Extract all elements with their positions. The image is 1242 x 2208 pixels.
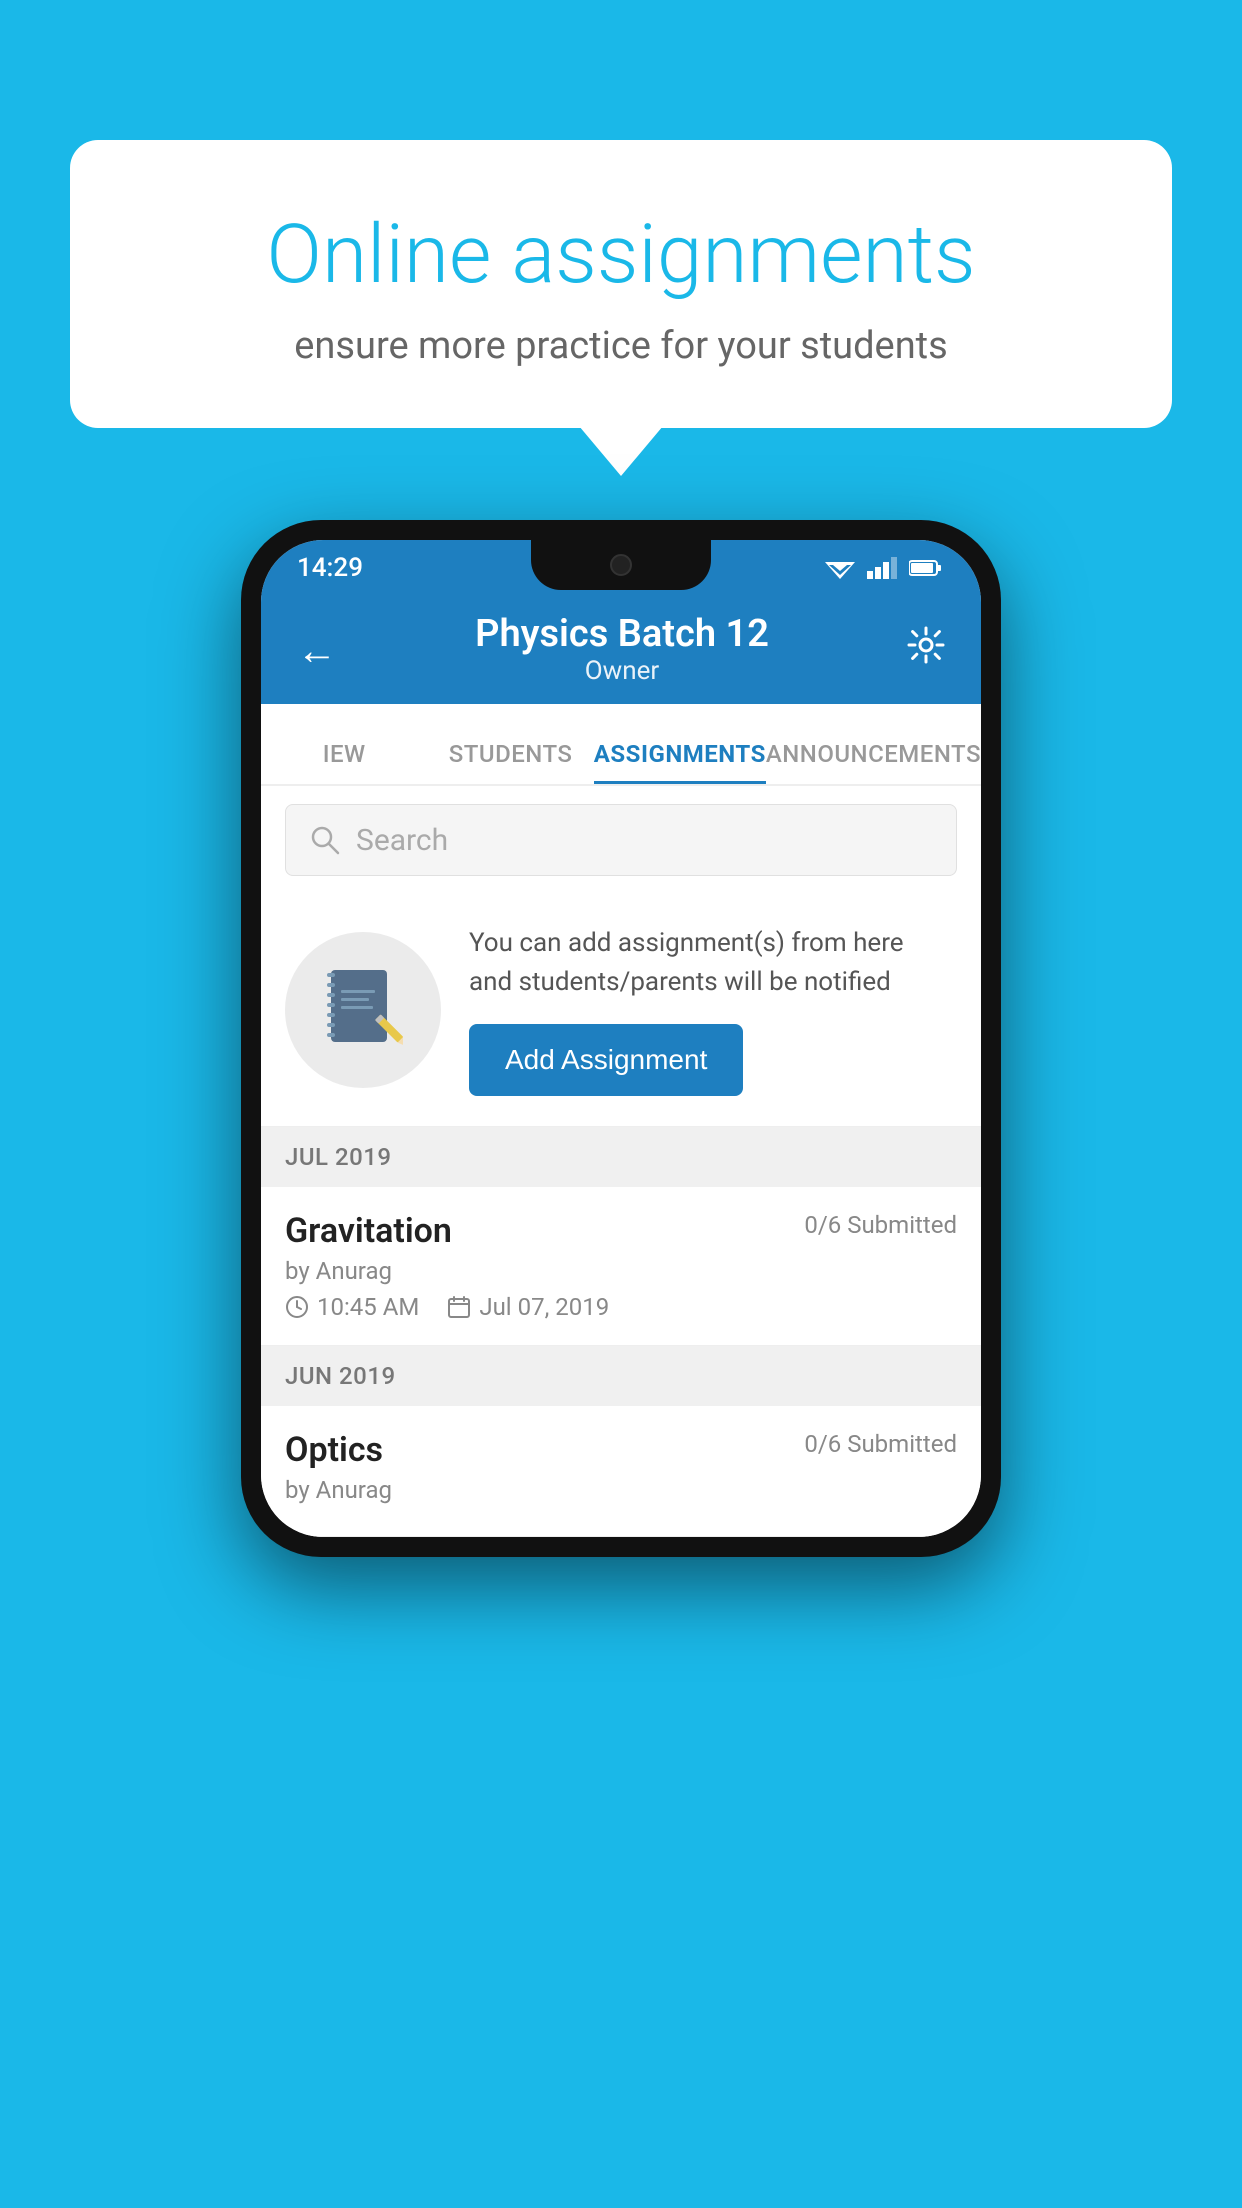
status-time: 14:29 [297,553,363,583]
search-bar-container: Search [261,786,981,894]
section-header-jun: JUN 2019 [261,1346,981,1406]
add-assignment-button[interactable]: Add Assignment [469,1024,743,1096]
meta-time: 10:45 AM [285,1293,419,1321]
info-card: You can add assignment(s) from here and … [261,894,981,1127]
assignment-author-optics: by Anurag [285,1476,957,1504]
tabs-row: IEW STUDENTS ASSIGNMENTS ANNOUNCEMENTS [261,704,981,786]
phone-notch [531,540,711,590]
tab-announcements[interactable]: ANNOUNCEMENTS [766,740,981,784]
promo-title: Online assignments [150,210,1092,300]
tab-assignments[interactable]: ASSIGNMENTS [594,740,766,784]
app-header: ← Physics Batch 12 Owner [261,596,981,704]
search-placeholder: Search [356,823,448,858]
promo-subtitle: ensure more practice for your students [150,324,1092,368]
assignment-author: by Anurag [285,1257,957,1285]
back-button[interactable]: ← [297,627,337,674]
phone-outer: 14:29 [241,520,1001,1557]
phone-camera [610,554,632,576]
calendar-icon [447,1295,471,1319]
batch-title: Physics Batch 12 [337,614,907,656]
meta-date: Jul 07, 2019 [447,1293,609,1321]
info-text-area: You can add assignment(s) from here and … [469,924,951,1096]
assignment-submitted-optics: 0/6 Submitted [804,1430,957,1458]
assignment-row-top-optics: Optics 0/6 Submitted [285,1430,957,1470]
promo-container: Online assignments ensure more practice … [70,140,1172,428]
batch-subtitle: Owner [337,656,907,686]
assignment-name-optics: Optics [285,1430,383,1470]
assignment-row-top: Gravitation 0/6 Submitted [285,1211,957,1251]
phone-mockup: 14:29 [241,520,1001,1557]
assignment-item-gravitation[interactable]: Gravitation 0/6 Submitted by Anurag 10:4… [261,1187,981,1346]
search-bar[interactable]: Search [285,804,957,876]
info-description: You can add assignment(s) from here and … [469,924,951,1002]
clock-icon [285,1295,309,1319]
assignment-name: Gravitation [285,1211,452,1251]
assignment-meta: 10:45 AM Jul 07, 2019 [285,1293,957,1321]
speech-bubble: Online assignments ensure more practice … [70,140,1172,428]
tab-students[interactable]: STUDENTS [427,740,593,784]
assignment-item-optics[interactable]: Optics 0/6 Submitted by Anurag [261,1406,981,1537]
search-icon [310,825,340,855]
status-icons [825,557,941,579]
wifi-icon [825,557,855,579]
phone-screen: 14:29 [261,540,981,1537]
signal-icon [867,557,897,579]
settings-button[interactable] [907,626,945,674]
assignment-submitted: 0/6 Submitted [804,1211,957,1239]
assignment-icon-circle [285,932,441,1088]
header-center: Physics Batch 12 Owner [337,614,907,686]
battery-icon [909,559,941,577]
section-header-jul: JUL 2019 [261,1127,981,1187]
tab-iew[interactable]: IEW [261,740,427,784]
notebook-icon [323,965,403,1055]
